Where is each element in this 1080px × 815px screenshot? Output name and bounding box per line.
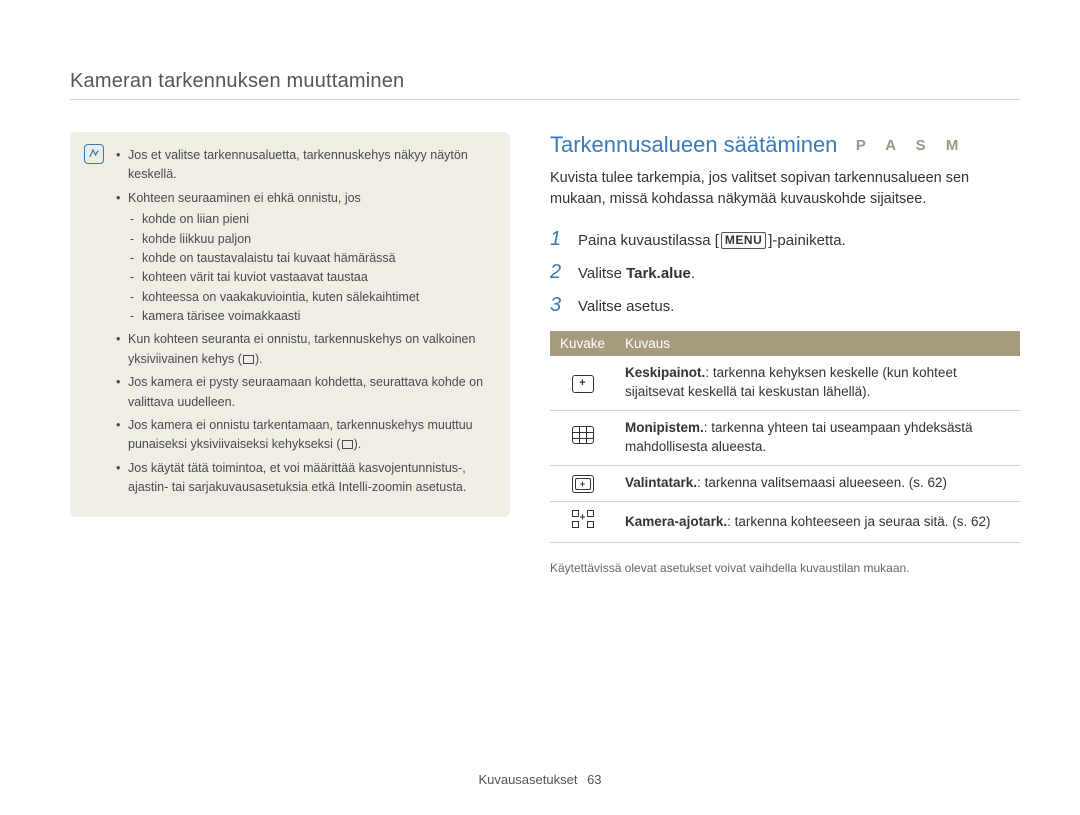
row-icon-cell (550, 410, 615, 465)
table-header-icon: Kuvake (550, 331, 615, 356)
step-text: Valitse asetus. (578, 298, 674, 315)
step-text: Paina kuvaustilassa [MENU]-painiketta. (578, 232, 846, 249)
mode-letters: P A S M (856, 137, 966, 154)
steps-list: 1 Paina kuvaustilassa [MENU]-painiketta. 2… (550, 228, 1020, 317)
footer-page-number: 63 (587, 772, 601, 787)
note-subitem: kohde liikkuu paljon (128, 230, 492, 249)
section-title: Tarkennusalueen säätäminen (550, 132, 837, 158)
footer-label: Kuvausasetukset (478, 772, 577, 787)
table-row: Monipistem.: tarkenna yhteen tai useampa… (550, 410, 1020, 465)
note-subitem: kohteen värit tai kuviot vastaavat taust… (128, 268, 492, 287)
row-desc-cell: Monipistem.: tarkenna yhteen tai useampa… (615, 410, 1020, 465)
focus-area-table: Kuvake Kuvaus + Keskipainot.: tarkenna ke… (550, 331, 1020, 543)
table-footnote: Käytettävissä olevat asetukset voivat va… (550, 561, 1020, 575)
table-header-desc: Kuvaus (615, 331, 1020, 356)
step-text: Valitse Tark.alue. (578, 265, 695, 282)
section-intro: Kuvista tulee tarkempia, jos valitset so… (550, 168, 1020, 210)
note-subitem: kohde on taustavalaistu tai kuvaat hämär… (128, 249, 492, 268)
note-list: Jos et valitse tarkennusaluetta, tarkenn… (116, 146, 492, 497)
menu-button-label: MENU (721, 232, 766, 249)
info-icon (84, 144, 104, 164)
row-desc-cell: Valintatark.: tarkenna valitsemaasi alue… (615, 465, 1020, 502)
title-underline (70, 99, 1020, 100)
table-row: + Kamera-ajotark.: tarkenna kohteeseen ja… (550, 502, 1020, 543)
table-row: + Keskipainot.: tarkenna kehyksen keskell… (550, 356, 1020, 410)
info-note-box: Jos et valitse tarkennusaluetta, tarkenn… (70, 132, 510, 517)
step-number: 1 (550, 228, 566, 251)
row-icon-cell: + (550, 465, 615, 502)
note-item: Jos kamera ei onnistu tarkentamaan, tark… (116, 416, 492, 455)
note-item: Kun kohteen seuranta ei onnistu, tarkenn… (116, 330, 492, 369)
tracking-af-icon: + (572, 510, 594, 528)
frame-icon (342, 440, 353, 449)
note-item: Jos kamera ei pysty seuraamaan kohdetta,… (116, 373, 492, 412)
row-icon-cell: + (550, 502, 615, 543)
frame-icon (243, 355, 254, 364)
row-desc-cell: Keskipainot.: tarkenna kehyksen keskelle… (615, 356, 1020, 410)
note-item: Jos käytät tätä toimintoa, et voi määrit… (116, 459, 492, 498)
page-title: Kameran tarkennuksen muuttaminen (70, 70, 1020, 93)
note-subitem: kamera tärisee voimakkaasti (128, 307, 492, 326)
step: 1 Paina kuvaustilassa [MENU]-painiketta. (550, 228, 1020, 251)
note-subitem: kohteessa on vaakakuviointia, kuten säle… (128, 288, 492, 307)
step: 3 Valitse asetus. (550, 294, 1020, 317)
selection-af-icon: + (572, 475, 594, 493)
page-footer: Kuvausasetukset 63 (0, 772, 1080, 787)
center-weighted-icon: + (572, 375, 594, 393)
table-row: + Valintatark.: tarkenna valitsemaasi alu… (550, 465, 1020, 502)
row-desc-cell: Kamera-ajotark.: tarkenna kohteeseen ja … (615, 502, 1020, 543)
step: 2 Valitse Tark.alue. (550, 261, 1020, 284)
note-item: Kohteen seuraaminen ei ehkä onnistu, jos… (116, 189, 492, 327)
note-subitem: kohde on liian pieni (128, 210, 492, 229)
step-number: 2 (550, 261, 566, 284)
note-item: Jos et valitse tarkennusaluetta, tarkenn… (116, 146, 492, 185)
multi-point-icon (572, 426, 594, 444)
step-number: 3 (550, 294, 566, 317)
row-icon-cell: + (550, 356, 615, 410)
